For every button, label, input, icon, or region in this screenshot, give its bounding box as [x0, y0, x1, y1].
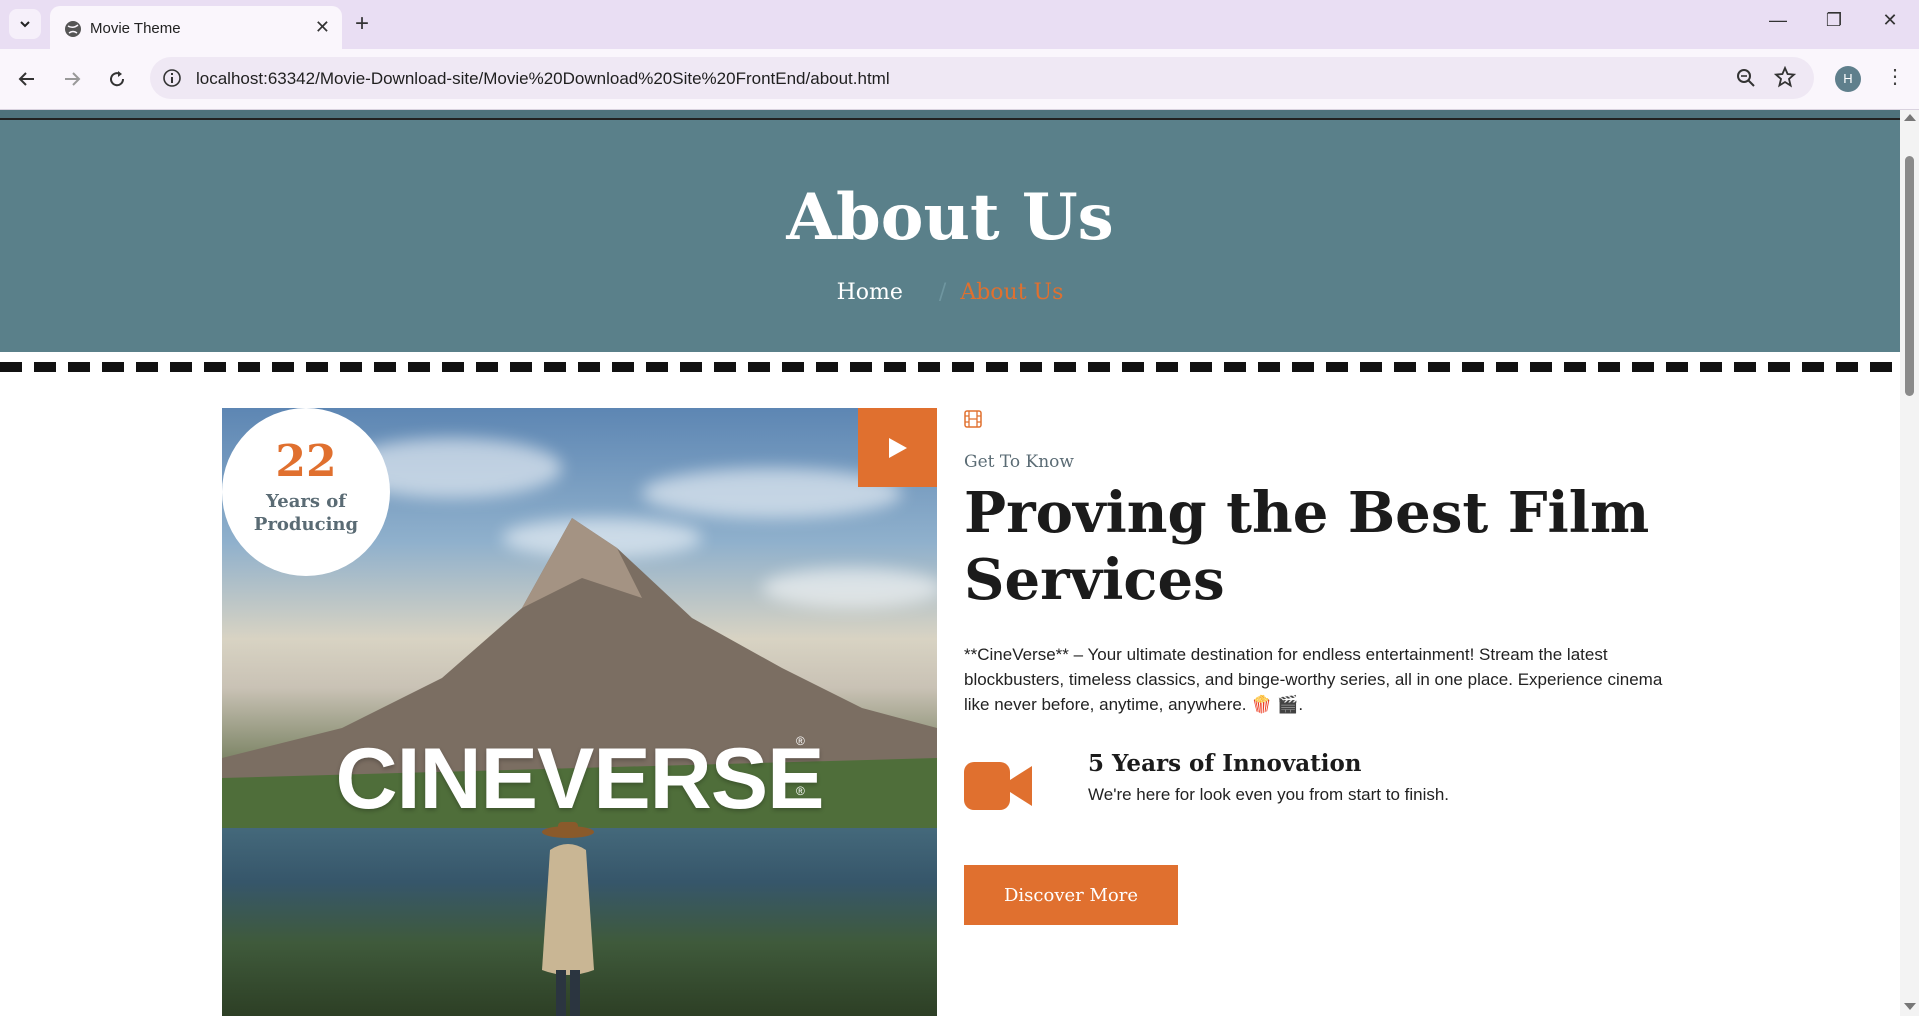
globe-icon	[65, 21, 81, 37]
years-badge: 22 Years of Producing	[222, 408, 390, 576]
address-bar[interactable]: localhost:63342/Movie-Download-site/Movi…	[150, 57, 1814, 99]
restore-icon[interactable]: ❐	[1814, 10, 1854, 31]
section-kicker: Get To Know	[964, 452, 1074, 472]
browser-toolbar: localhost:63342/Movie-Download-site/Movi…	[0, 49, 1919, 110]
zoom-icon[interactable]	[1736, 68, 1756, 88]
reload-icon	[110, 71, 125, 87]
section-description: **CineVerse** – Your ultimate destinatio…	[964, 645, 1663, 714]
tab-title: Movie Theme	[90, 20, 181, 37]
chevron-down-icon	[20, 21, 30, 28]
browser-tab[interactable]: Movie Theme ✕	[50, 6, 342, 49]
breadcrumb-home-link[interactable]: Home	[837, 280, 903, 305]
menu-icon[interactable]: ⋮	[1885, 65, 1905, 89]
feature-title: 5 Years of Innovation	[1088, 750, 1362, 777]
poster-brand-title: CINEVERSE	[335, 731, 824, 827]
info-icon[interactable]	[162, 68, 182, 88]
close-window-icon[interactable]: ✕	[1870, 10, 1910, 31]
registered-mark: ®	[796, 784, 805, 798]
forward-icon	[65, 72, 81, 86]
tab-list-button[interactable]	[9, 9, 41, 39]
breadcrumb-current: About Us	[960, 280, 1064, 305]
badge-line-2: Producing	[253, 514, 359, 535]
url-text[interactable]: localhost:63342/Movie-Download-site/Movi…	[196, 69, 890, 89]
close-tab-icon[interactable]: ✕	[315, 17, 330, 37]
breadcrumb-separator: /	[938, 280, 947, 305]
scroll-down-icon[interactable]	[1904, 1003, 1916, 1010]
badge-number: 22	[275, 436, 337, 487]
minimize-icon[interactable]: —	[1758, 10, 1798, 31]
page-title: About Us	[786, 180, 1114, 255]
scrollbar-thumb[interactable]	[1905, 156, 1914, 396]
discover-more-button[interactable]: Discover More	[964, 865, 1178, 925]
forward-button[interactable]	[57, 64, 87, 94]
film-strip-divider	[0, 362, 1900, 372]
back-icon	[18, 72, 34, 86]
film-icon	[964, 410, 982, 428]
video-camera-icon	[964, 762, 1032, 810]
page-viewport: About Us Home / About Us CINEVERSE ® ® 22 …	[0, 110, 1900, 1016]
breadcrumb: Home / About Us	[0, 280, 1900, 305]
play-video-button[interactable]	[858, 408, 937, 487]
play-icon	[888, 437, 907, 458]
feature-text: We're here for look even you from start …	[1088, 785, 1450, 804]
new-tab-icon[interactable]: +	[355, 12, 369, 36]
scroll-up-icon[interactable]	[1904, 114, 1916, 121]
back-button[interactable]	[12, 64, 42, 94]
page-hero: About Us Home / About Us	[0, 110, 1900, 352]
section-heading: Proving the Best Film Services	[964, 480, 1650, 613]
browser-tab-bar: Movie Theme ✕ + — ❐ ✕	[0, 0, 1919, 49]
star-icon[interactable]	[1774, 66, 1796, 88]
page-scrollbar[interactable]	[1900, 110, 1919, 1016]
badge-line-1: Years of	[265, 491, 347, 512]
person-figure	[542, 822, 594, 1016]
registered-mark: ®	[796, 734, 805, 748]
reload-button[interactable]	[102, 64, 132, 94]
badge-text: Years of Producing	[222, 490, 390, 536]
profile-avatar[interactable]: H	[1835, 66, 1861, 92]
